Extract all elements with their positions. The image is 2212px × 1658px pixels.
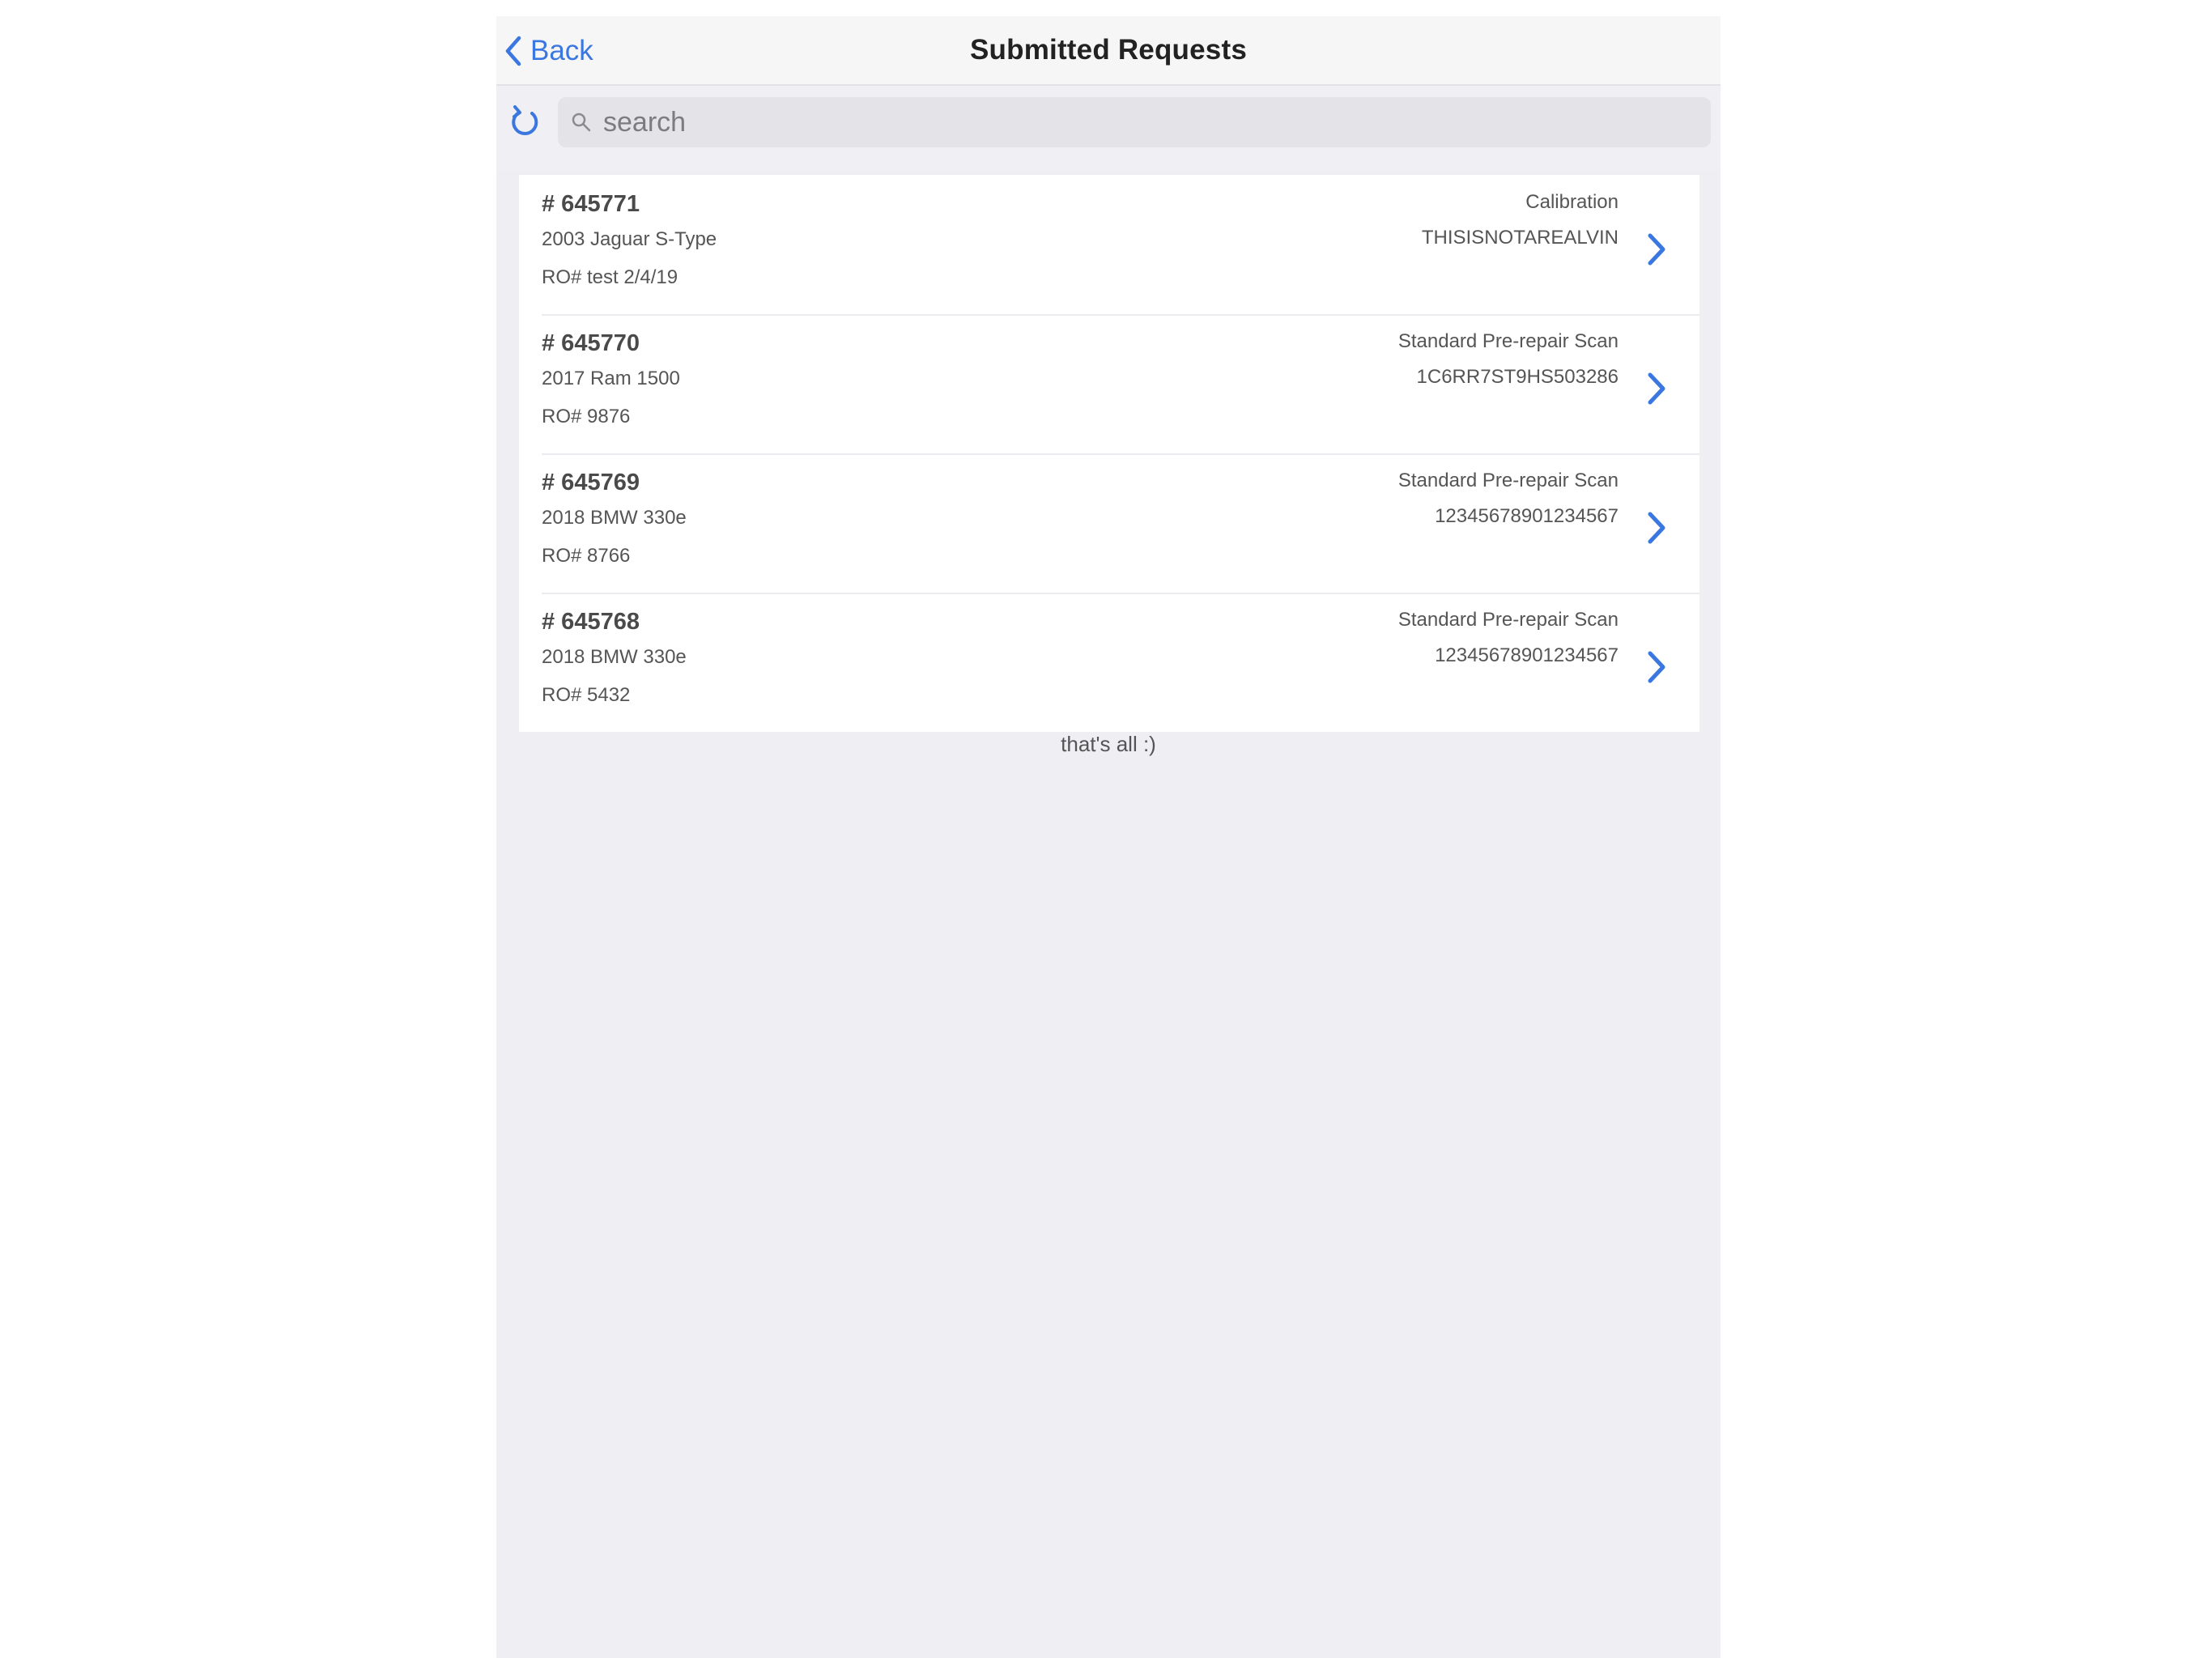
request-list: # 645771 2003 Jaguar S-Type RO# test 2/4…	[519, 175, 1699, 732]
request-row[interactable]: # 645768 2018 BMW 330e RO# 5432 Standard…	[519, 593, 1699, 732]
request-row[interactable]: # 645769 2018 BMW 330e RO# 8766 Standard…	[519, 453, 1699, 593]
request-row[interactable]: # 645770 2017 Ram 1500 RO# 9876 Standard…	[519, 314, 1699, 453]
request-type: Standard Pre-repair Scan	[1397, 330, 1619, 352]
request-id: # 645771	[542, 191, 640, 217]
search-icon	[572, 113, 591, 132]
chevron-right-icon[interactable]	[1646, 649, 1667, 685]
chevron-right-icon[interactable]	[1646, 232, 1667, 267]
search-input[interactable]	[602, 105, 1690, 139]
request-vehicle: 2018 BMW 330e	[542, 507, 687, 529]
app-screen: Back Submitted Requests # 645771 2003 Ja…	[496, 16, 1721, 1658]
request-vin: 1C6RR7ST9HS503286	[1416, 366, 1619, 388]
request-type: Standard Pre-repair Scan	[1397, 470, 1619, 491]
request-type: Standard Pre-repair Scan	[1397, 609, 1619, 631]
request-type: Calibration	[1525, 191, 1619, 213]
page-title: Submitted Requests	[970, 34, 1247, 66]
search-box[interactable]	[558, 97, 1711, 147]
request-vehicle: 2017 Ram 1500	[542, 368, 680, 389]
chevron-right-icon[interactable]	[1646, 510, 1667, 546]
search-bar	[496, 86, 1721, 170]
end-of-list-text: that's all :)	[1061, 732, 1156, 756]
request-row[interactable]: # 645771 2003 Jaguar S-Type RO# test 2/4…	[519, 175, 1699, 314]
request-vin: 12345678901234567	[1435, 644, 1619, 666]
nav-bar: Back Submitted Requests	[496, 16, 1721, 86]
request-ro-number: RO# test 2/4/19	[542, 266, 678, 288]
request-vehicle: 2003 Jaguar S-Type	[542, 228, 717, 250]
request-ro-number: RO# 5432	[542, 684, 631, 706]
request-id: # 645768	[542, 609, 640, 635]
request-ro-number: RO# 9876	[542, 406, 631, 427]
request-vin: THISISNOTAREALVIN	[1421, 227, 1619, 249]
request-vin: 12345678901234567	[1435, 505, 1619, 527]
request-vehicle: 2018 BMW 330e	[542, 646, 687, 668]
refresh-icon[interactable]	[508, 104, 543, 139]
chevron-right-icon[interactable]	[1646, 371, 1667, 406]
request-id: # 645769	[542, 470, 640, 495]
request-ro-number: RO# 8766	[542, 545, 631, 567]
request-id: # 645770	[542, 330, 640, 356]
